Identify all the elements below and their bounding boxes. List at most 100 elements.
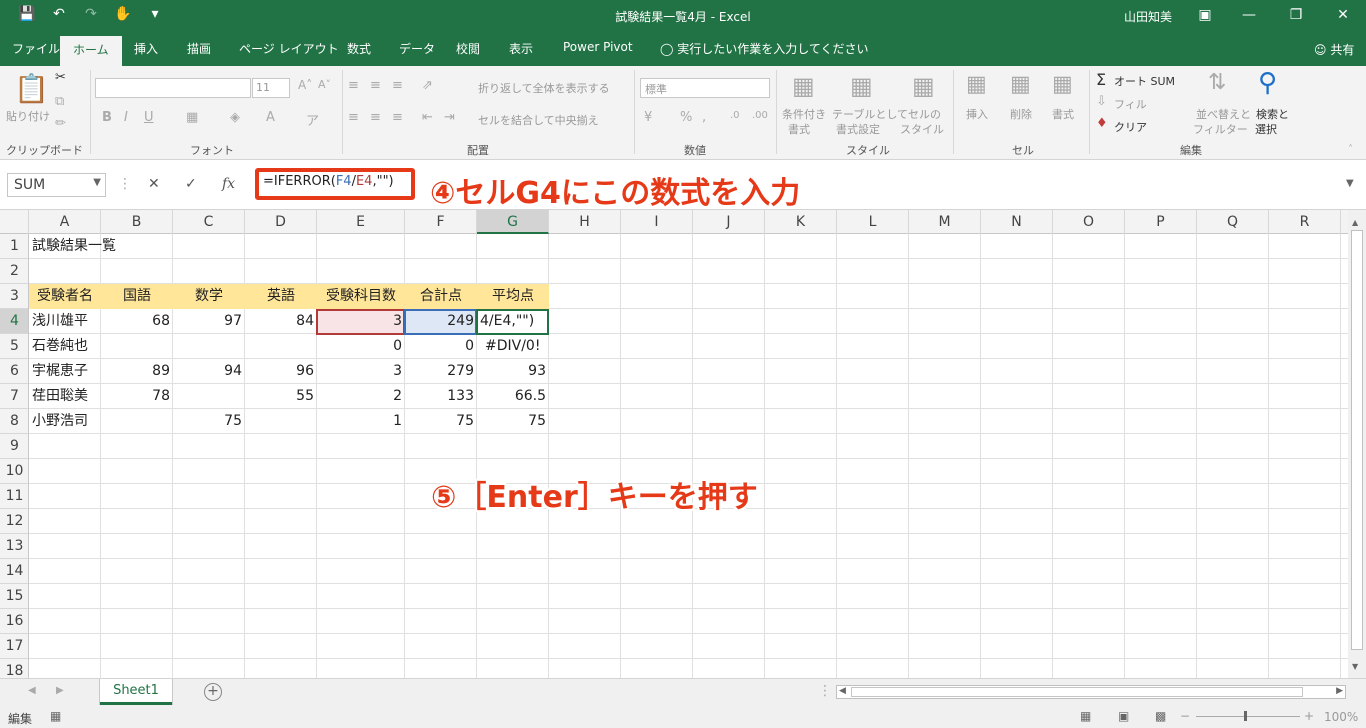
row-header[interactable]: 5 [0, 334, 28, 359]
header-cell[interactable]: 英語 [245, 284, 317, 309]
table-cell[interactable]: 0 [317, 334, 405, 359]
find-select-icon[interactable]: ⚲ [1258, 68, 1277, 98]
scroll-thumb[interactable] [851, 687, 1303, 697]
column-header[interactable]: O [1053, 210, 1125, 234]
macro-record-icon[interactable]: ▦ [50, 709, 61, 723]
sort-filter-label-1[interactable]: 並べ替えと [1196, 106, 1251, 122]
row-header[interactable]: 6 [0, 359, 28, 384]
table-cell[interactable]: 96 [245, 359, 317, 384]
column-header[interactable]: R [1269, 210, 1341, 234]
page-break-view-icon[interactable]: ▩ [1155, 709, 1166, 723]
border-icon[interactable]: ▦ [186, 110, 198, 125]
zoom-level[interactable]: 100% [1324, 710, 1358, 724]
paste-label[interactable]: 貼り付け [6, 108, 50, 124]
copy-icon[interactable]: ⧉ [55, 94, 64, 109]
vertical-scrollbar[interactable]: ▲ ▼ [1348, 210, 1366, 678]
column-header[interactable]: K [765, 210, 837, 234]
table-cell[interactable]: 3 [317, 359, 405, 384]
tab-page-layout[interactable]: ページ レイアウト [239, 40, 339, 57]
column-header[interactable]: L [837, 210, 909, 234]
column-header-selected[interactable]: G [477, 210, 549, 234]
scroll-thumb[interactable] [1351, 230, 1363, 650]
prev-sheet-icon[interactable]: ◀ [28, 685, 36, 696]
format-painter-icon[interactable]: ✏ [55, 116, 66, 131]
column-header[interactable]: A [29, 210, 101, 234]
align-center-icon[interactable]: ≡ [370, 110, 381, 125]
column-header[interactable]: M [909, 210, 981, 234]
select-all-corner[interactable] [0, 210, 29, 234]
column-header[interactable]: Q [1197, 210, 1269, 234]
row-header[interactable]: 11 [0, 484, 28, 509]
conditional-format-label-2[interactable]: 書式 [788, 121, 810, 137]
font-name-dropdown[interactable] [95, 78, 251, 98]
tab-formulas[interactable]: 数式 [347, 40, 371, 57]
merge-center-button[interactable]: セルを結合して中央揃え [478, 112, 599, 128]
enter-icon[interactable]: ✓ [185, 176, 197, 192]
format-as-table-icon[interactable]: ▦ [850, 72, 873, 100]
wrap-text-button[interactable]: 折り返して全体を表示する [478, 80, 610, 96]
tell-me-search[interactable]: ◯ 実行したい作業を入力してください [660, 40, 869, 57]
table-cell[interactable]: 78 [101, 384, 173, 409]
format-as-table-label-2[interactable]: 書式設定 [836, 121, 880, 137]
delete-cells-icon[interactable]: ▦ [1010, 72, 1031, 97]
row-header[interactable]: 17 [0, 634, 28, 659]
fill-icon[interactable]: ⇩ [1096, 94, 1107, 109]
decrease-indent-icon[interactable]: ⇤ [422, 110, 433, 125]
column-header[interactable]: D [245, 210, 317, 234]
increase-indent-icon[interactable]: ⇥ [444, 110, 455, 125]
autosum-icon[interactable]: Σ [1096, 70, 1106, 89]
underline-icon[interactable]: U [144, 110, 154, 125]
close-icon[interactable]: ✕ [1334, 6, 1352, 24]
header-cell[interactable]: 平均点 [477, 284, 549, 309]
table-cell[interactable] [101, 334, 173, 359]
grow-font-icon[interactable]: A˄ [298, 78, 312, 92]
percent-icon[interactable]: % [680, 110, 692, 125]
row-header[interactable]: 8 [0, 409, 28, 434]
sheet-tab-sheet1[interactable]: Sheet1 [100, 679, 172, 705]
align-left-icon[interactable]: ≡ [348, 110, 359, 125]
align-right-icon[interactable]: ≡ [392, 110, 403, 125]
horizontal-scrollbar[interactable]: ◀ ▶ [836, 685, 1346, 699]
table-cell[interactable]: 3 [317, 309, 405, 334]
table-cell[interactable]: 75 [477, 409, 549, 434]
fill-label[interactable]: フィル [1114, 96, 1147, 112]
table-cell[interactable]: 0 [405, 334, 477, 359]
table-cell[interactable]: 宇梶恵子 [29, 359, 101, 384]
column-header[interactable]: J [693, 210, 765, 234]
row-header[interactable]: 1 [0, 234, 28, 259]
header-cell[interactable]: 数学 [173, 284, 245, 309]
collapse-ribbon-icon[interactable]: ˄ [1348, 144, 1353, 155]
scroll-down-icon[interactable]: ▼ [1352, 662, 1358, 671]
fill-color-icon[interactable]: ◈ [230, 110, 240, 125]
row-header[interactable]: 16 [0, 609, 28, 634]
scroll-up-icon[interactable]: ▲ [1352, 218, 1358, 227]
row-header[interactable]: 13 [0, 534, 28, 559]
table-cell[interactable] [173, 334, 245, 359]
column-header[interactable]: P [1125, 210, 1197, 234]
align-top-icon[interactable]: ≡ [348, 78, 359, 93]
table-cell[interactable]: 89 [101, 359, 173, 384]
table-cell[interactable]: 97 [173, 309, 245, 334]
table-cell[interactable]: 94 [173, 359, 245, 384]
next-sheet-icon[interactable]: ▶ [56, 685, 64, 696]
clear-label[interactable]: クリア [1114, 119, 1147, 135]
column-header[interactable]: C [173, 210, 245, 234]
tab-file[interactable]: ファイル [12, 40, 60, 57]
format-cells-label[interactable]: 書式 [1052, 106, 1074, 122]
table-cell[interactable]: 75 [173, 409, 245, 434]
italic-icon[interactable]: I [124, 110, 128, 125]
tab-data[interactable]: データ [399, 40, 435, 57]
paste-icon[interactable]: 📋 [14, 72, 49, 105]
row-header[interactable]: 9 [0, 434, 28, 459]
font-color-icon[interactable]: A [266, 110, 275, 125]
table-cell[interactable]: 249 [405, 309, 477, 334]
tab-power-pivot[interactable]: Power Pivot [563, 40, 633, 54]
table-cell[interactable] [245, 334, 317, 359]
cell-styles-label-1[interactable]: セルの [908, 106, 941, 122]
find-select-label-2[interactable]: 選択 [1255, 121, 1277, 137]
insert-cells-label[interactable]: 挿入 [966, 106, 988, 122]
sort-filter-label-2[interactable]: フィルター [1193, 121, 1248, 137]
row-header[interactable]: 10 [0, 459, 28, 484]
delete-cells-label[interactable]: 削除 [1010, 106, 1032, 122]
cell-a1-title[interactable]: 試験結果一覧 [29, 234, 119, 259]
